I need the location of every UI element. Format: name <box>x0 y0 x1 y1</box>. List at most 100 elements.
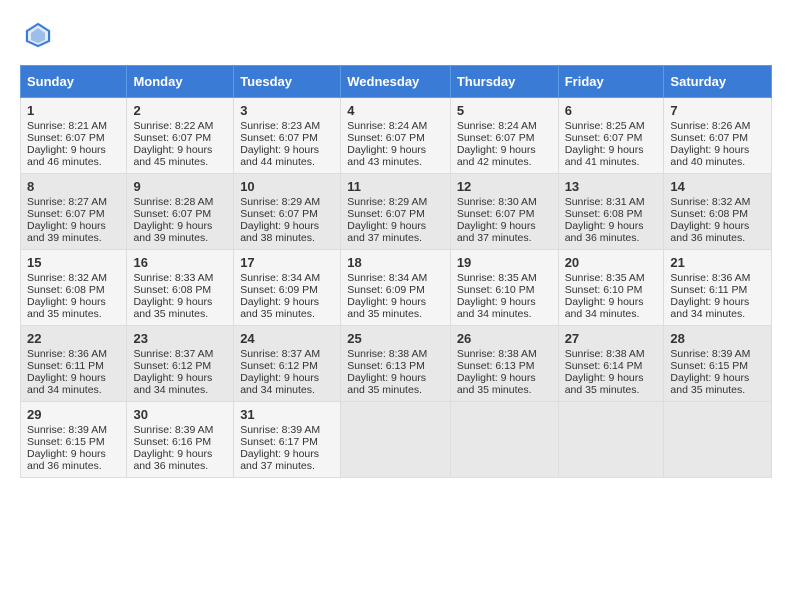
daylight: Daylight: 9 hours and 35 minutes. <box>133 296 212 320</box>
calendar-cell: 17Sunrise: 8:34 AMSunset: 6:09 PMDayligh… <box>234 250 341 326</box>
day-number: 19 <box>457 255 552 270</box>
daylight: Daylight: 9 hours and 36 minutes. <box>133 448 212 472</box>
calendar-week-row: 29Sunrise: 8:39 AMSunset: 6:15 PMDayligh… <box>21 402 772 478</box>
calendar-cell: 5Sunrise: 8:24 AMSunset: 6:07 PMDaylight… <box>450 98 558 174</box>
daylight: Daylight: 9 hours and 34 minutes. <box>240 372 319 396</box>
calendar-cell: 21Sunrise: 8:36 AMSunset: 6:11 PMDayligh… <box>664 250 772 326</box>
day-number: 4 <box>347 103 444 118</box>
sunrise: Sunrise: 8:37 AM <box>133 348 213 360</box>
sunrise: Sunrise: 8:23 AM <box>240 120 320 132</box>
daylight: Daylight: 9 hours and 35 minutes. <box>565 372 644 396</box>
calendar-cell: 4Sunrise: 8:24 AMSunset: 6:07 PMDaylight… <box>341 98 451 174</box>
sunrise: Sunrise: 8:37 AM <box>240 348 320 360</box>
calendar-cell: 26Sunrise: 8:38 AMSunset: 6:13 PMDayligh… <box>450 326 558 402</box>
day-number: 13 <box>565 179 658 194</box>
sunrise: Sunrise: 8:22 AM <box>133 120 213 132</box>
page-header <box>20 20 772 55</box>
daylight: Daylight: 9 hours and 35 minutes. <box>347 296 426 320</box>
sunrise: Sunrise: 8:38 AM <box>347 348 427 360</box>
weekday-header: Tuesday <box>234 66 341 98</box>
sunset: Sunset: 6:15 PM <box>27 436 105 448</box>
sunrise: Sunrise: 8:36 AM <box>27 348 107 360</box>
calendar-header-row: SundayMondayTuesdayWednesdayThursdayFrid… <box>21 66 772 98</box>
daylight: Daylight: 9 hours and 35 minutes. <box>347 372 426 396</box>
daylight: Daylight: 9 hours and 34 minutes. <box>27 372 106 396</box>
day-number: 26 <box>457 331 552 346</box>
daylight: Daylight: 9 hours and 35 minutes. <box>670 372 749 396</box>
calendar-cell: 15Sunrise: 8:32 AMSunset: 6:08 PMDayligh… <box>21 250 127 326</box>
sunrise: Sunrise: 8:39 AM <box>133 424 213 436</box>
day-number: 27 <box>565 331 658 346</box>
day-number: 14 <box>670 179 765 194</box>
calendar-cell: 23Sunrise: 8:37 AMSunset: 6:12 PMDayligh… <box>127 326 234 402</box>
calendar-cell: 31Sunrise: 8:39 AMSunset: 6:17 PMDayligh… <box>234 402 341 478</box>
day-number: 6 <box>565 103 658 118</box>
sunrise: Sunrise: 8:29 AM <box>347 196 427 208</box>
day-number: 28 <box>670 331 765 346</box>
calendar-cell: 19Sunrise: 8:35 AMSunset: 6:10 PMDayligh… <box>450 250 558 326</box>
sunset: Sunset: 6:15 PM <box>670 360 748 372</box>
sunrise: Sunrise: 8:26 AM <box>670 120 750 132</box>
daylight: Daylight: 9 hours and 36 minutes. <box>670 220 749 244</box>
sunset: Sunset: 6:11 PM <box>670 284 747 296</box>
logo-icon <box>23 20 53 50</box>
day-number: 11 <box>347 179 444 194</box>
sunset: Sunset: 6:11 PM <box>27 360 104 372</box>
sunrise: Sunrise: 8:33 AM <box>133 272 213 284</box>
calendar-cell <box>341 402 451 478</box>
sunrise: Sunrise: 8:30 AM <box>457 196 537 208</box>
day-number: 21 <box>670 255 765 270</box>
sunrise: Sunrise: 8:34 AM <box>347 272 427 284</box>
day-number: 24 <box>240 331 334 346</box>
sunrise: Sunrise: 8:39 AM <box>240 424 320 436</box>
logo <box>20 20 53 55</box>
calendar-cell: 13Sunrise: 8:31 AMSunset: 6:08 PMDayligh… <box>558 174 664 250</box>
daylight: Daylight: 9 hours and 46 minutes. <box>27 144 106 168</box>
daylight: Daylight: 9 hours and 44 minutes. <box>240 144 319 168</box>
daylight: Daylight: 9 hours and 42 minutes. <box>457 144 536 168</box>
calendar-week-row: 22Sunrise: 8:36 AMSunset: 6:11 PMDayligh… <box>21 326 772 402</box>
weekday-header: Wednesday <box>341 66 451 98</box>
daylight: Daylight: 9 hours and 35 minutes. <box>240 296 319 320</box>
sunrise: Sunrise: 8:38 AM <box>565 348 645 360</box>
daylight: Daylight: 9 hours and 37 minutes. <box>347 220 426 244</box>
daylight: Daylight: 9 hours and 37 minutes. <box>457 220 536 244</box>
calendar-cell: 6Sunrise: 8:25 AMSunset: 6:07 PMDaylight… <box>558 98 664 174</box>
calendar-cell: 3 Sunrise: 8:23 AMSunset: 6:07 PMDaylight… <box>234 98 341 174</box>
calendar-table: SundayMondayTuesdayWednesdayThursdayFrid… <box>20 65 772 478</box>
calendar-cell: 28 Sunrise: 8:39 AMSunset: 6:15 PMDayligh… <box>664 326 772 402</box>
calendar-cell: 12Sunrise: 8:30 AMSunset: 6:07 PMDayligh… <box>450 174 558 250</box>
day-number: 3 <box>240 103 334 118</box>
day-number: 5 <box>457 103 552 118</box>
calendar-cell: 7Sunrise: 8:26 AMSunset: 6:07 PMDaylight… <box>664 98 772 174</box>
sunset: Sunset: 6:07 PM <box>133 132 211 144</box>
sunset: Sunset: 6:08 PM <box>27 284 105 296</box>
sunrise: Sunrise: 8:39 AM <box>670 348 750 360</box>
calendar-week-row: 15Sunrise: 8:32 AMSunset: 6:08 PMDayligh… <box>21 250 772 326</box>
calendar-cell: 10Sunrise: 8:29 AMSunset: 6:07 PMDayligh… <box>234 174 341 250</box>
sunset: Sunset: 6:07 PM <box>670 132 748 144</box>
sunrise: Sunrise: 8:24 AM <box>347 120 427 132</box>
sunrise: Sunrise: 8:35 AM <box>565 272 645 284</box>
sunset: Sunset: 6:10 PM <box>457 284 535 296</box>
sunrise: Sunrise: 8:25 AM <box>565 120 645 132</box>
calendar-cell: 9Sunrise: 8:28 AMSunset: 6:07 PMDaylight… <box>127 174 234 250</box>
sunset: Sunset: 6:07 PM <box>240 208 318 220</box>
calendar-cell: 11 Sunrise: 8:29 AMSunset: 6:07 PMDayligh… <box>341 174 451 250</box>
calendar-cell: 27Sunrise: 8:38 AMSunset: 6:14 PMDayligh… <box>558 326 664 402</box>
calendar-week-row: 8Sunrise: 8:27 AMSunset: 6:07 PMDaylight… <box>21 174 772 250</box>
sunset: Sunset: 6:07 PM <box>240 132 318 144</box>
sunrise: Sunrise: 8:36 AM <box>670 272 750 284</box>
sunset: Sunset: 6:07 PM <box>347 208 425 220</box>
sunrise: Sunrise: 8:31 AM <box>565 196 645 208</box>
logo-text <box>20 20 53 55</box>
sunrise: Sunrise: 8:21 AM <box>27 120 107 132</box>
sunset: Sunset: 6:12 PM <box>133 360 211 372</box>
sunset: Sunset: 6:10 PM <box>565 284 643 296</box>
day-number: 17 <box>240 255 334 270</box>
calendar-cell: 16Sunrise: 8:33 AMSunset: 6:08 PMDayligh… <box>127 250 234 326</box>
sunrise: Sunrise: 8:38 AM <box>457 348 537 360</box>
daylight: Daylight: 9 hours and 34 minutes. <box>565 296 644 320</box>
day-number: 22 <box>27 331 120 346</box>
daylight: Daylight: 9 hours and 39 minutes. <box>27 220 106 244</box>
